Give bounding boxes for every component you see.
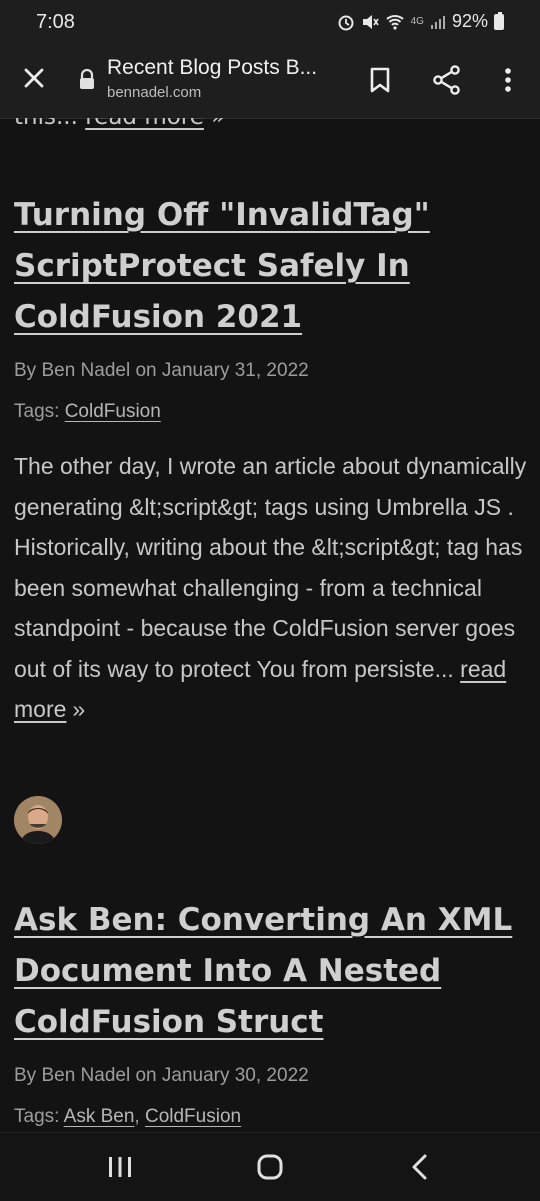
battery-percent: 92% [451,11,488,31]
tag-link[interactable]: Ask Ben [64,1106,135,1127]
post-title-link[interactable]: Turning Off "InvalidTag" ScriptProtect S… [14,190,524,343]
avatar[interactable] [14,796,62,844]
alarm-icon [338,15,354,30]
fragment-text: this... [14,118,78,130]
tag-link[interactable]: ColdFusion [145,1106,241,1127]
mute-icon [362,14,379,29]
post-tags: Tags: Ask Ben, ColdFusion [14,1106,242,1127]
back-icon[interactable] [400,1151,440,1183]
raquo: » [72,696,86,722]
status-time: 7:08 [36,11,75,33]
post-title-link[interactable]: Ask Ben: Converting An XML Document Into… [14,895,524,1048]
tags-label: Tags: [14,1106,60,1127]
wifi-icon [385,14,404,30]
raquo: » [211,118,225,130]
close-icon[interactable] [18,62,50,94]
excerpt-text: The other day, I wrote an article about … [14,453,527,682]
page-content: this... read more » Turning Off "Invalid… [0,118,540,1132]
browser-toolbar: Recent Blog Posts B... bennadel.com [0,44,540,119]
previous-post-fragment: this... read more » [14,118,225,130]
battery-icon [494,11,504,30]
post-excerpt: The other day, I wrote an article about … [14,446,529,730]
home-icon[interactable] [250,1151,290,1183]
tags-label: Tags: [14,401,60,422]
more-vert-icon[interactable] [490,62,526,98]
status-bar: 7:08 4G 92% [0,0,540,44]
system-nav-bar [0,1132,540,1201]
status-icons: 4G 92% [337,11,504,32]
network-type: 4G [410,16,424,27]
page-title[interactable]: Recent Blog Posts B... [107,56,317,80]
read-more-link[interactable]: read more [85,118,204,130]
post-byline: By Ben Nadel on January 30, 2022 [14,1065,309,1086]
signal-icon [430,15,445,29]
post-tags: Tags: ColdFusion [14,401,161,423]
recents-icon[interactable] [100,1151,140,1183]
bookmark-icon[interactable] [362,62,398,98]
share-icon[interactable] [429,62,465,98]
post-byline: By Ben Nadel on January 31, 2022 [14,360,309,381]
tag-link[interactable]: ColdFusion [65,401,161,422]
lock-icon [80,68,94,89]
page-url[interactable]: bennadel.com [107,84,201,101]
